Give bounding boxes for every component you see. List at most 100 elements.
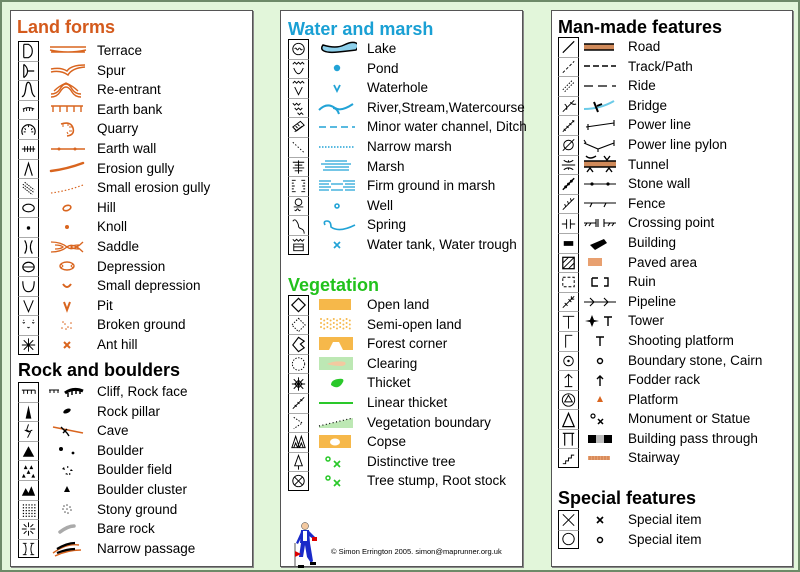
stairway-control-description-icon bbox=[558, 448, 579, 469]
legend-label: Quarry bbox=[97, 121, 139, 137]
legend-label: Track/Path bbox=[628, 58, 693, 74]
copse-icon bbox=[314, 432, 360, 452]
terrace-icon bbox=[44, 41, 90, 61]
bridge-icon bbox=[582, 96, 622, 116]
legend-label: Tower bbox=[628, 313, 665, 329]
legend-label: Special item bbox=[628, 512, 702, 527]
legend-label: Building bbox=[628, 234, 677, 250]
clearing-icon bbox=[314, 354, 360, 374]
orienteer-runner-icon bbox=[294, 522, 317, 568]
track-control-description-icon bbox=[558, 56, 579, 77]
legend-label: Cliff, Rock face bbox=[97, 384, 188, 399]
land-forms-title: Land forms bbox=[17, 17, 116, 37]
legend-label: River,Stream,Watercourse bbox=[367, 99, 525, 115]
marsh-icon bbox=[314, 157, 360, 177]
track-icon bbox=[582, 57, 622, 77]
cave-control-description-icon bbox=[18, 421, 39, 441]
open-land-icon bbox=[314, 295, 360, 315]
legend-label: Pit bbox=[97, 297, 113, 313]
pit-icon bbox=[44, 296, 90, 316]
legend-label: Firm ground in marsh bbox=[367, 178, 496, 194]
power-line-icon bbox=[582, 115, 622, 135]
legend-label: Power line bbox=[628, 117, 692, 133]
special-circle-icon bbox=[582, 530, 622, 550]
tower-control-description-icon bbox=[558, 311, 579, 331]
legend-label: Stony ground bbox=[97, 501, 178, 517]
pylon-control-description-icon bbox=[558, 134, 579, 155]
legend-label: Ride bbox=[628, 78, 656, 94]
linear-thicket-control-description-icon bbox=[288, 392, 309, 413]
legend-label: Crossing point bbox=[628, 215, 715, 231]
boulder-cluster-control-description-icon bbox=[18, 479, 39, 500]
legend-label: Hill bbox=[97, 199, 116, 215]
legend-label: Re-entrant bbox=[97, 82, 161, 98]
spring-control-description-icon bbox=[288, 215, 309, 235]
legend-label: Power line pylon bbox=[628, 136, 728, 152]
special-features-title: Special features bbox=[558, 488, 697, 508]
copse-control-description-icon bbox=[288, 432, 309, 452]
panel-man-made: Man-made features Road Track/Path Ride Brid… bbox=[551, 10, 793, 567]
legend-label: Earth wall bbox=[97, 140, 157, 156]
water-tank-icon bbox=[314, 235, 360, 255]
monument-control-description-icon bbox=[558, 409, 579, 429]
legend-label: Tunnel bbox=[628, 156, 669, 172]
marsh-control-description-icon bbox=[288, 156, 309, 177]
vegetation-title: Vegetation bbox=[288, 275, 380, 295]
earth-wall-icon bbox=[44, 139, 90, 159]
boulder-cluster-icon bbox=[44, 480, 90, 500]
panel-water-vegetation: Water and marsh Lake Pond Waterhole River,S… bbox=[280, 10, 527, 568]
legend-label: Forest corner bbox=[367, 336, 448, 352]
open-land-control-description-icon bbox=[288, 295, 309, 315]
legend-label: Shooting platform bbox=[628, 332, 734, 348]
cliff-control-description-icon bbox=[18, 382, 39, 402]
road-icon bbox=[582, 37, 622, 57]
legend-label: Distinctive tree bbox=[367, 453, 456, 469]
pipeline-control-description-icon bbox=[558, 291, 579, 312]
legend-label: Fodder rack bbox=[628, 372, 701, 388]
linear-thicket-icon bbox=[314, 393, 360, 413]
road-control-description-icon bbox=[558, 37, 579, 57]
man-made-title: Man-made features bbox=[558, 17, 723, 37]
cliff-icon bbox=[44, 382, 90, 402]
broken-ground-control-description-icon bbox=[18, 315, 39, 335]
thicket-control-description-icon bbox=[288, 373, 309, 393]
paved-area-icon bbox=[582, 253, 622, 273]
legend-label: Boulder bbox=[97, 442, 144, 458]
crossing-point-control-description-icon bbox=[558, 213, 579, 233]
legend-label: Vegetation boundary bbox=[367, 414, 491, 430]
pit-control-description-icon bbox=[18, 295, 39, 316]
fence-icon bbox=[582, 194, 622, 214]
depression-control-description-icon bbox=[18, 256, 39, 277]
legend-label: Ruin bbox=[628, 274, 656, 290]
legend-label: Broken ground bbox=[97, 317, 186, 333]
legend-label: Linear thicket bbox=[367, 394, 448, 410]
special-cross-control-description-icon bbox=[558, 510, 579, 530]
fence-control-description-icon bbox=[558, 193, 579, 214]
saddle-icon bbox=[44, 237, 90, 257]
legend-label: Boundary stone, Cairn bbox=[628, 352, 763, 368]
tree-stump-control-description-icon bbox=[288, 471, 309, 491]
legend-label: Water tank, Water trough bbox=[367, 236, 517, 252]
ruin-icon bbox=[582, 272, 622, 292]
stone-wall-control-description-icon bbox=[558, 174, 579, 194]
legend-sheet: Land forms Terrace Spur Re-entrant Earth ba… bbox=[0, 0, 800, 572]
river-icon bbox=[314, 98, 360, 118]
fodder-rack-icon bbox=[582, 370, 622, 390]
ride-control-description-icon bbox=[558, 76, 579, 96]
tunnel-control-description-icon bbox=[558, 154, 579, 175]
legend-label: Bridge bbox=[628, 97, 668, 113]
spring-icon bbox=[314, 215, 360, 235]
legend-label: Spur bbox=[97, 62, 126, 78]
boulder-field-control-description-icon bbox=[18, 460, 39, 480]
legend-label: Fence bbox=[628, 195, 666, 211]
lake-control-description-icon bbox=[288, 39, 309, 59]
legend-label: Depression bbox=[97, 258, 166, 274]
boulder-control-description-icon bbox=[18, 440, 39, 461]
broken-ground-icon bbox=[44, 315, 90, 335]
tower-icon bbox=[582, 311, 622, 331]
legend-label: Boulder cluster bbox=[97, 481, 188, 497]
tunnel-icon bbox=[582, 155, 622, 175]
legend-label: Copse bbox=[367, 434, 407, 450]
forest-corner-control-description-icon bbox=[288, 334, 309, 354]
hill-control-description-icon bbox=[18, 197, 39, 218]
